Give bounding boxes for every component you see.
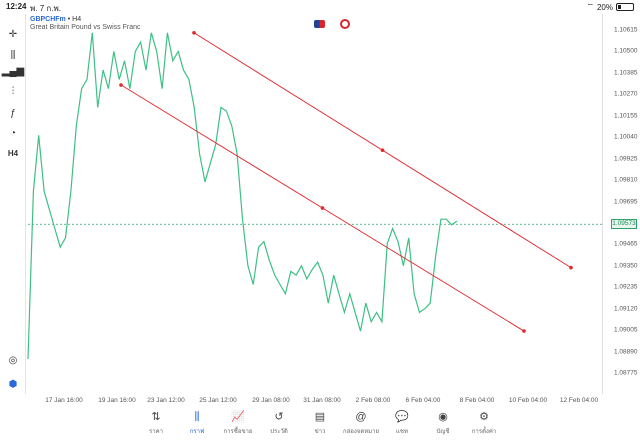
price-tick-label: 1.09695 bbox=[614, 198, 638, 205]
price-chart[interactable] bbox=[0, 0, 640, 447]
price-tick-label: 1.10155 bbox=[614, 112, 638, 120]
status-time: 12:24 bbox=[6, 2, 27, 11]
nav-history[interactable]: ↺ ประวัติ bbox=[259, 410, 299, 442]
price-tick-label: 1.08890 bbox=[614, 348, 638, 356]
nav-news[interactable]: ▤ ข่าว bbox=[300, 410, 340, 442]
nav-chat-label: แชท bbox=[396, 429, 408, 435]
nav-account-label: บัญชี bbox=[436, 429, 450, 435]
battery-text: 20% bbox=[596, 2, 613, 12]
nav-mailbox-icon: @ bbox=[355, 411, 367, 423]
time-tick-label: 17 Jan 16:00 bbox=[45, 397, 83, 404]
function-icon[interactable]: ƒ bbox=[4, 105, 22, 121]
nav-account-icon: ◉ bbox=[438, 411, 448, 423]
symbol-description: Great Britain Pound vs Swiss Franc bbox=[30, 24, 141, 31]
current-price-label: 1.09573 bbox=[611, 219, 637, 230]
price-tick-label: 1.09465 bbox=[614, 240, 638, 248]
battery-icon bbox=[616, 3, 634, 11]
time-tick-label: 23 Jan 12:00 bbox=[147, 397, 185, 404]
chart-type-icon[interactable]: ⫼ bbox=[4, 47, 22, 63]
price-tick-label: 1.10385 bbox=[614, 69, 638, 77]
nav-chart-label: กราฟ bbox=[189, 429, 205, 435]
price-tick-label: 1.09925 bbox=[614, 155, 638, 163]
time-tick-label: 31 Jan 08:00 bbox=[303, 397, 341, 404]
trendline-handle bbox=[522, 329, 526, 333]
logo-icon[interactable]: ⬢ bbox=[4, 376, 22, 392]
time-tick-label: 10 Feb 04:00 bbox=[508, 397, 548, 404]
time-tick-label: 19 Jan 16:00 bbox=[98, 397, 136, 404]
nav-chat[interactable]: 💬 แชท bbox=[382, 410, 422, 442]
timeframe-label[interactable]: H4 bbox=[4, 145, 22, 161]
nav-settings[interactable]: ⚙ การตั้งค่า bbox=[464, 410, 504, 442]
time-tick-label: 6 Feb 04:00 bbox=[405, 397, 441, 404]
time-tick-label: 29 Jan 08:00 bbox=[252, 397, 290, 404]
indicators-icon[interactable]: ⫶ bbox=[4, 83, 22, 99]
price-tick-label: 1.10270 bbox=[614, 90, 638, 98]
status-bar: 12:24 พ. 7 ก.พ. ⌔ 20% bbox=[0, 0, 640, 14]
chart-area[interactable] bbox=[0, 0, 640, 447]
price-tick-label: 1.09235 bbox=[614, 283, 638, 291]
price-tick-label: 1.09120 bbox=[614, 305, 638, 313]
price-tick-label: 1.09005 bbox=[614, 326, 638, 334]
symbol-timeframe: H4 bbox=[72, 16, 82, 23]
nav-chat-icon: 💬 bbox=[395, 411, 409, 423]
gbp-flag-icon[interactable] bbox=[314, 20, 325, 28]
price-tick-label: 1.10615 bbox=[614, 26, 638, 34]
nav-chart[interactable]: ⫼ กราฟ bbox=[177, 410, 217, 442]
nav-settings-icon: ⚙ bbox=[479, 411, 489, 423]
crosshair-icon[interactable]: ✛ bbox=[4, 26, 22, 42]
bar-chart-icon[interactable]: ▂▄▆ bbox=[2, 63, 24, 79]
symbol-title: GBPCHFm • H4 bbox=[30, 16, 81, 23]
time-tick-label: 8 Feb 04:00 bbox=[459, 397, 495, 404]
nav-history-label: ประวัติ bbox=[270, 429, 288, 435]
nav-mailbox-label: กล่องจดหมาย bbox=[342, 429, 380, 435]
nav-quotes-label: ราคา bbox=[149, 429, 163, 435]
zoom-icon[interactable]: ◎ bbox=[4, 352, 22, 368]
trendline-handle bbox=[119, 83, 123, 87]
drawing-toolbar: ✛ ⫼ ▂▄▆ ⫶ ƒ ◔ H4 ◎ ⬢ bbox=[0, 14, 26, 394]
nav-settings-label: การตั้งค่า bbox=[471, 429, 497, 435]
status-date: พ. 7 ก.พ. bbox=[30, 4, 61, 13]
bottom-navigation: ⇅ ราคา ⫼ กราฟ 📈 การซื้อขาย ↺ ประวัติ ▤ ข่าว @ กล่อง… bbox=[0, 405, 640, 447]
nav-trade-icon: 📈 bbox=[231, 411, 245, 423]
price-tick-label: 1.10500 bbox=[614, 47, 638, 55]
nav-account[interactable]: ◉ บัญชี bbox=[423, 410, 463, 442]
wifi-icon: ⌔ bbox=[586, 2, 594, 11]
trendline-handle bbox=[569, 265, 573, 270]
time-tick-label: 12 Feb 04:00 bbox=[559, 397, 599, 404]
nav-news-label: ข่าว bbox=[314, 429, 326, 435]
nav-trade-label: การซื้อขาย bbox=[223, 429, 253, 435]
symbol-name: GBPCHFm bbox=[30, 16, 66, 23]
price-tick-label: 1.09350 bbox=[614, 262, 638, 270]
nav-quotes[interactable]: ⇅ ราคา bbox=[136, 410, 176, 442]
time-tick-label: 2 Feb 08:00 bbox=[355, 397, 391, 404]
nav-history-icon: ↺ bbox=[274, 411, 284, 423]
nav-news-icon: ▤ bbox=[314, 411, 326, 423]
time-tick-label: 25 Jan 12:00 bbox=[199, 397, 237, 404]
status-right: ⌔ 20% bbox=[586, 2, 634, 12]
nav-chart-icon: ⫼ bbox=[194, 411, 200, 423]
objects-icon[interactable]: ◔ bbox=[4, 125, 22, 141]
trendline-handle bbox=[380, 148, 385, 153]
price-tick-label: 1.08775 bbox=[614, 369, 638, 377]
trendline-handle bbox=[192, 30, 196, 35]
price-line bbox=[27, 32, 458, 360]
price-tick-label: 1.10040 bbox=[614, 133, 638, 141]
nav-quotes-icon: ⇅ bbox=[151, 411, 161, 423]
price-tick-label: 1.09810 bbox=[614, 176, 638, 184]
chf-flag-icon[interactable] bbox=[340, 19, 350, 29]
nav-trade[interactable]: 📈 การซื้อขาย bbox=[218, 410, 258, 442]
trendline-handle bbox=[320, 206, 325, 210]
nav-mailbox[interactable]: @ กล่องจดหมาย bbox=[341, 410, 381, 442]
